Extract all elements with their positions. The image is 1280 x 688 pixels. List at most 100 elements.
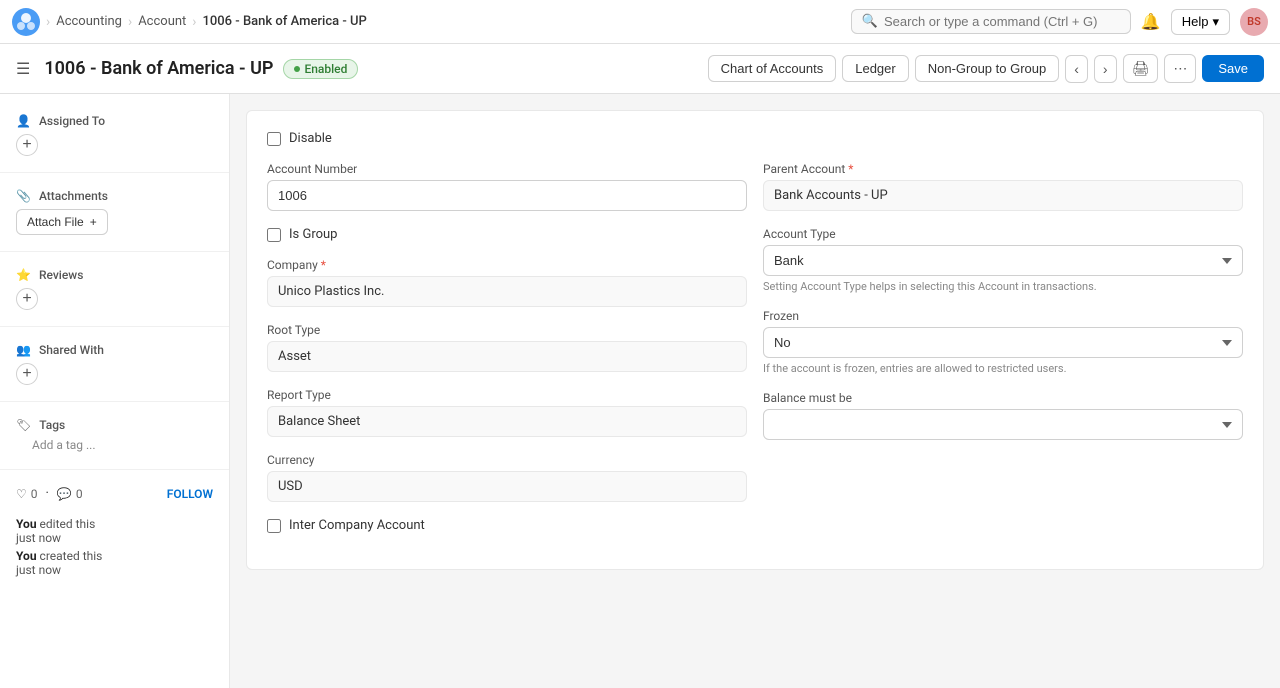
chevron-down-icon: ▾: [1212, 14, 1219, 30]
inter-company-checkbox[interactable]: [267, 519, 281, 533]
search-input[interactable]: [884, 14, 1120, 29]
help-button[interactable]: Help ▾: [1171, 9, 1230, 35]
notification-bell-icon[interactable]: 🔔: [1141, 12, 1161, 31]
hamburger-icon[interactable]: ☰: [16, 59, 30, 78]
frozen-row: Frozen No Yes If the account is frozen, …: [763, 309, 1243, 375]
form-card: Disable Account Number Is Group: [246, 110, 1264, 570]
is-group-checkbox[interactable]: [267, 228, 281, 242]
account-type-select[interactable]: Bank: [763, 245, 1243, 276]
shared-with-section: 👥 Shared With +: [0, 335, 229, 393]
reviews-section: ⭐ Reviews +: [0, 260, 229, 318]
shared-with-label: Shared With: [39, 343, 104, 357]
save-button[interactable]: Save: [1202, 55, 1264, 82]
is-group-row: Is Group: [267, 227, 747, 242]
parent-account-label: Parent Account *: [763, 162, 1243, 176]
form-left: Account Number Is Group Company *: [267, 162, 747, 549]
main-layout: 👤 Assigned To + 📎 Attachments Attach Fil…: [0, 94, 1280, 688]
company-required: *: [321, 258, 326, 272]
attach-file-button[interactable]: Attach File +: [16, 209, 108, 235]
nav-account[interactable]: Account: [138, 14, 186, 29]
follow-button[interactable]: FOLLOW: [167, 487, 213, 501]
attachments-label: Attachments: [39, 189, 108, 203]
frozen-select[interactable]: No Yes: [763, 327, 1243, 358]
nav-right: 🔍 🔔 Help ▾ BS: [851, 8, 1268, 36]
parent-account-required: *: [848, 162, 853, 176]
parent-account-row: Parent Account * Bank Accounts - UP: [763, 162, 1243, 211]
activity-item-2: You created this just now: [16, 549, 213, 577]
search-icon: 🔍: [862, 14, 878, 29]
divider-3: [0, 326, 229, 327]
disable-label: Disable: [289, 131, 332, 146]
activity-item-1: You edited this just now: [16, 517, 213, 545]
avatar[interactable]: BS: [1240, 8, 1268, 36]
form-two-col: Account Number Is Group Company *: [267, 162, 1243, 549]
frozen-label: Frozen: [763, 309, 1243, 323]
comment-icon: 💬: [57, 487, 72, 501]
footer-actions: ♡ 0 · 💬 0 FOLLOW: [0, 478, 229, 509]
add-assigned-to-button[interactable]: +: [16, 134, 38, 156]
more-options-button[interactable]: ⋯: [1164, 54, 1196, 83]
comments-count: 0: [76, 487, 83, 501]
disable-checkbox[interactable]: [267, 132, 281, 146]
root-type-row: Root Type Asset: [267, 323, 747, 372]
account-number-row: Account Number: [267, 162, 747, 211]
next-button[interactable]: ›: [1094, 55, 1117, 83]
main-content: Disable Account Number Is Group: [230, 94, 1280, 688]
attach-plus-icon: +: [90, 215, 97, 229]
print-button[interactable]: 🖨: [1123, 54, 1159, 83]
app-logo[interactable]: [12, 8, 40, 36]
balance-must-be-label: Balance must be: [763, 391, 1243, 405]
prev-button[interactable]: ‹: [1065, 55, 1088, 83]
parent-account-value: Bank Accounts - UP: [763, 180, 1243, 211]
report-type-row: Report Type Balance Sheet: [267, 388, 747, 437]
frozen-hint: If the account is frozen, entries are al…: [763, 362, 1243, 375]
page-title: 1006 - Bank of America - UP: [44, 58, 273, 79]
status-dot: [294, 66, 300, 72]
nav-accounting[interactable]: Accounting: [56, 14, 122, 29]
report-type-value: Balance Sheet: [267, 406, 747, 437]
account-type-hint: Setting Account Type helps in selecting …: [763, 280, 1243, 293]
account-type-row: Account Type Bank Setting Account Type h…: [763, 227, 1243, 293]
balance-must-be-row: Balance must be Debit Credit: [763, 391, 1243, 440]
assigned-to-label: Assigned To: [39, 114, 105, 128]
activity-user-2: You: [16, 549, 37, 563]
reviews-label: Reviews: [39, 268, 83, 282]
add-shared-with-button[interactable]: +: [16, 363, 38, 385]
account-type-label: Account Type: [763, 227, 1243, 241]
divider-2: [0, 251, 229, 252]
top-nav: › Accounting › Account › 1006 - Bank of …: [0, 0, 1280, 44]
root-type-value: Asset: [267, 341, 747, 372]
report-type-label: Report Type: [267, 388, 747, 402]
inter-company-label: Inter Company Account: [289, 518, 425, 533]
sidebar: 👤 Assigned To + 📎 Attachments Attach Fil…: [0, 94, 230, 688]
activity-user-1: You: [16, 517, 37, 531]
tags-icon: 🏷: [16, 418, 31, 432]
divider-4: [0, 401, 229, 402]
comments[interactable]: 💬 0: [57, 487, 83, 501]
activity-log: You edited this just now You created thi…: [0, 509, 229, 589]
attachments-icon: 📎: [16, 189, 31, 203]
divider-1: [0, 172, 229, 173]
account-number-input[interactable]: [267, 180, 747, 211]
likes-count: 0: [31, 487, 38, 501]
ledger-button[interactable]: Ledger: [842, 55, 908, 82]
chart-of-accounts-button[interactable]: Chart of Accounts: [708, 55, 837, 82]
search-bar[interactable]: 🔍: [851, 9, 1131, 34]
add-tag-link[interactable]: Add a tag ...: [16, 434, 112, 456]
account-number-label: Account Number: [267, 162, 747, 176]
attachments-section: 📎 Attachments Attach File +: [0, 181, 229, 243]
currency-row: Currency USD: [267, 453, 747, 502]
form-right: Parent Account * Bank Accounts - UP Acco…: [763, 162, 1243, 549]
non-group-to-group-button[interactable]: Non-Group to Group: [915, 55, 1060, 82]
heart-icon: ♡: [16, 487, 27, 501]
likes[interactable]: ♡ 0: [16, 487, 38, 501]
tags-label: Tags: [39, 418, 65, 432]
help-label: Help: [1182, 14, 1209, 29]
is-group-label: Is Group: [289, 227, 337, 242]
add-review-button[interactable]: +: [16, 288, 38, 310]
balance-must-be-select[interactable]: Debit Credit: [763, 409, 1243, 440]
currency-value: USD: [267, 471, 747, 502]
company-label: Company *: [267, 258, 747, 272]
company-row: Company * Unico Plastics Inc.: [267, 258, 747, 307]
nav-current: 1006 - Bank of America - UP: [203, 14, 367, 29]
